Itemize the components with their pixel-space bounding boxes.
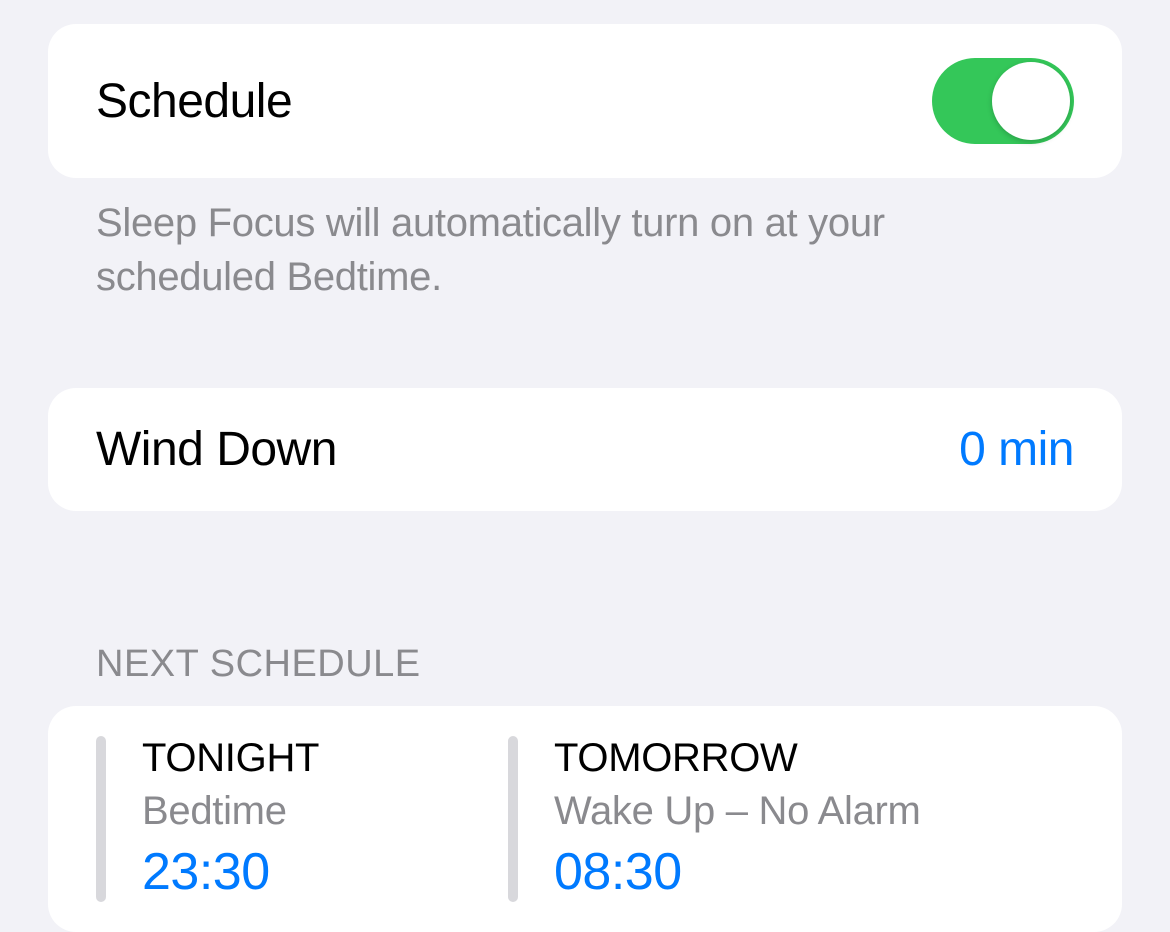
schedule-description: Sleep Focus will automatically turn on a… [48,178,1122,304]
vertical-bar-icon [508,736,518,902]
tonight-time: 23:30 [142,842,319,902]
tomorrow-title: TOMORROW [554,736,921,781]
schedule-row[interactable]: Schedule [48,24,1122,178]
next-schedule-card[interactable]: TONIGHT Bedtime 23:30 TOMORROW Wake Up –… [48,706,1122,932]
schedule-toggle[interactable] [932,58,1074,144]
wind-down-label: Wind Down [96,422,337,477]
schedule-label: Schedule [96,74,292,129]
vertical-bar-icon [96,736,106,902]
next-schedule-header: NEXT SCHEDULE [48,643,1122,706]
wind-down-row[interactable]: Wind Down 0 min [48,388,1122,511]
tonight-column: TONIGHT Bedtime 23:30 [96,736,508,902]
tomorrow-subtitle: Wake Up – No Alarm [554,789,921,834]
tomorrow-column: TOMORROW Wake Up – No Alarm 08:30 [508,736,921,902]
wind-down-value: 0 min [959,422,1074,477]
tomorrow-time: 08:30 [554,842,921,902]
tonight-subtitle: Bedtime [142,789,319,834]
toggle-knob [992,62,1070,140]
tonight-title: TONIGHT [142,736,319,781]
